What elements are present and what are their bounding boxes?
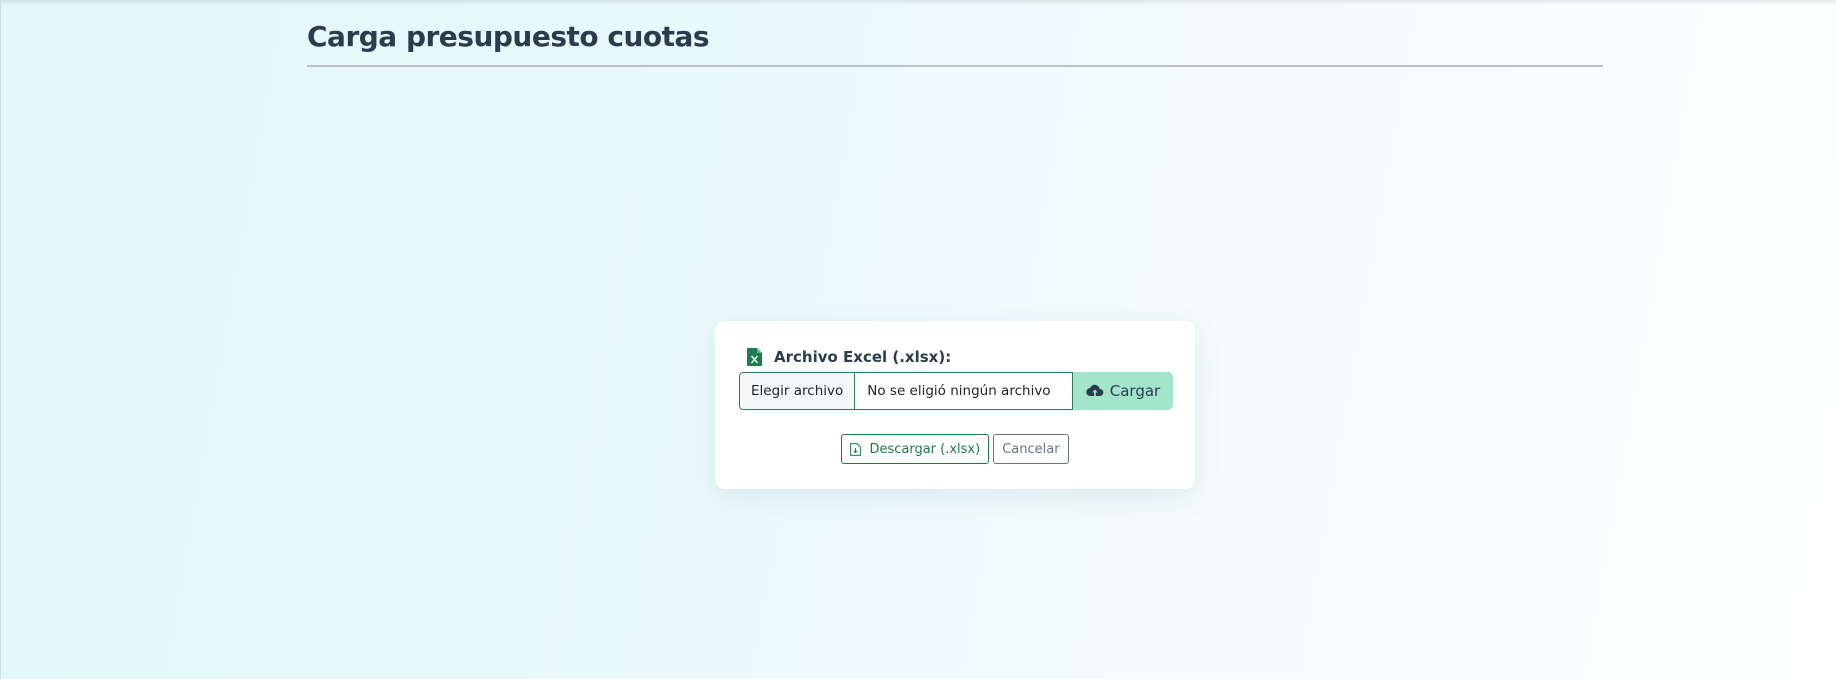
upload-card: Archivo Excel (.xlsx): Elegir archivo No… [715,321,1195,489]
card-actions: Descargar (.xlsx) Cancelar [715,434,1195,464]
file-input[interactable]: Elegir archivo No se eligió ningún archi… [739,372,1073,410]
left-border [0,0,1,679]
file-download-icon [850,442,862,456]
top-shadow [0,0,1836,6]
excel-file-icon [747,348,762,366]
download-template-button[interactable]: Descargar (.xlsx) [841,434,990,464]
file-field-label: Archivo Excel (.xlsx): [747,347,951,367]
cancel-button[interactable]: Cancelar [993,434,1069,464]
page-title: Carga presupuesto cuotas [307,20,710,53]
file-field-label-text: Archivo Excel (.xlsx): [774,348,952,366]
file-upload-group: Elegir archivo No se eligió ningún archi… [739,372,1184,410]
download-button-label: Descargar (.xlsx) [869,441,981,457]
cloud-upload-icon [1086,384,1104,398]
page-header: Carga presupuesto cuotas [307,18,1603,67]
choose-file-button[interactable]: Elegir archivo [740,373,856,409]
file-status-text: No se eligió ningún archivo [867,383,1051,399]
upload-button[interactable]: Cargar [1073,372,1173,410]
upload-button-label: Cargar [1109,382,1161,400]
